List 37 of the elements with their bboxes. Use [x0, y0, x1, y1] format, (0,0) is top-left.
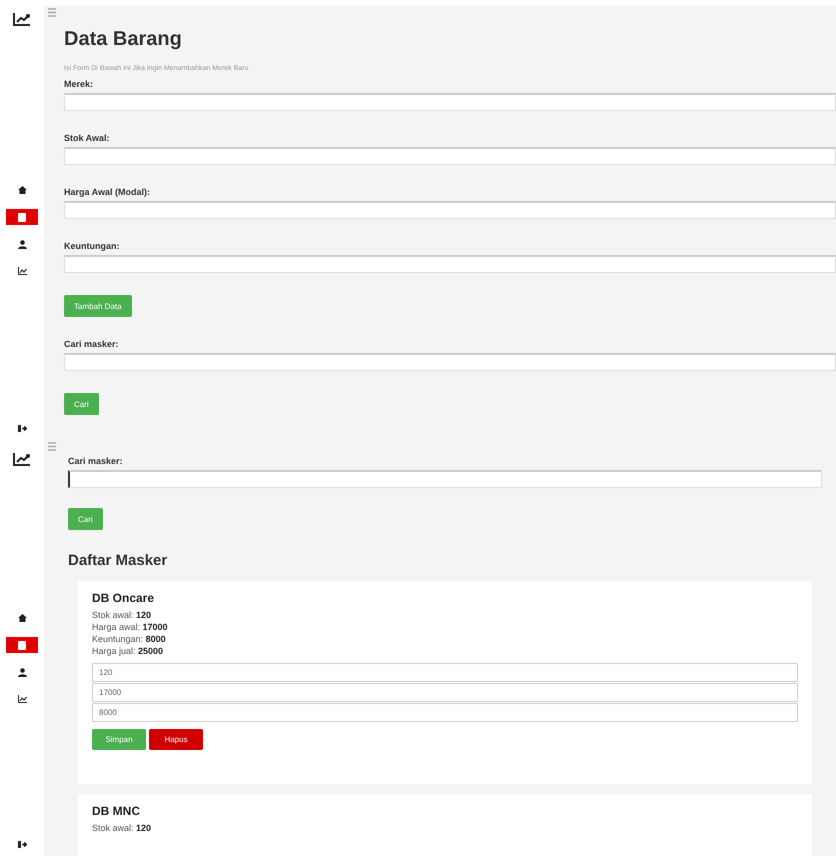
input-field[interactable]: [68, 470, 822, 488]
field-label: Harga Awal (Modal):: [64, 187, 152, 197]
input-field[interactable]: 120: [92, 663, 798, 682]
input-field[interactable]: [64, 255, 836, 273]
chart-icon: [18, 267, 26, 275]
page-title: Data Barang: [64, 28, 183, 51]
home-icon: [18, 186, 26, 194]
input-field[interactable]: 17000: [92, 683, 798, 702]
card-title: DB Oncare: [92, 591, 156, 605]
detail-text: Stok awal: 120: [92, 609, 152, 621]
home-icon: [18, 614, 26, 622]
chart-logo-icon: [13, 12, 31, 26]
input-field[interactable]: [64, 147, 836, 165]
chart-icon: [18, 695, 26, 703]
chart-logo-icon: [13, 452, 31, 466]
input-field[interactable]: 8000: [92, 703, 798, 722]
detail-text: Keuntungan: 8000: [92, 633, 167, 645]
box-icon: [18, 640, 26, 650]
delete-button[interactable]: Hapus: [149, 729, 203, 750]
input-field[interactable]: [64, 201, 836, 219]
logout-icon[interactable]: [18, 425, 26, 432]
field-label: Stok Awal:: [64, 133, 111, 143]
logout-icon[interactable]: [18, 841, 26, 848]
section-heading: Daftar Masker: [68, 552, 168, 569]
input-field[interactable]: [64, 93, 836, 111]
field-label: Cari masker:: [64, 339, 120, 349]
field-label: Merek:: [64, 79, 94, 89]
input-field[interactable]: [64, 353, 836, 371]
field-label: Keuntungan:: [64, 241, 120, 251]
detail-text: Harga awal: 17000: [92, 621, 169, 633]
detail-text: Stok awal: 120: [92, 822, 152, 834]
user-icon: [18, 668, 26, 676]
user-icon: [18, 240, 26, 248]
field-label: Cari masker:: [68, 456, 124, 466]
card-title: DB MNC: [92, 804, 141, 818]
detail-text: Harga jual: 25000: [92, 645, 164, 657]
box-icon: [18, 212, 26, 222]
